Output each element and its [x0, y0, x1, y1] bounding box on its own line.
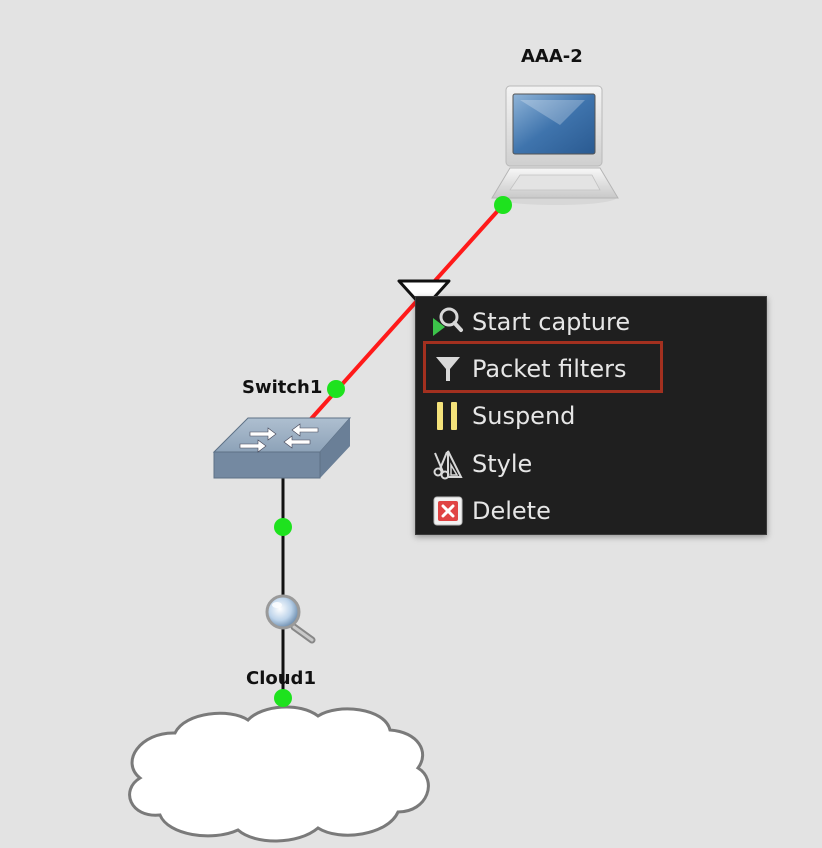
menu-item-label: Style — [472, 450, 533, 478]
pause-icon — [430, 400, 466, 432]
node-label-cloud: Cloud1 — [246, 668, 316, 689]
menu-item-start-capture[interactable]: Start capture — [416, 299, 766, 345]
port-status-dot — [327, 380, 345, 398]
menu-item-label: Start capture — [472, 308, 631, 336]
capture-indicator-icon[interactable] — [265, 594, 316, 644]
menu-item-label: Suspend — [472, 402, 576, 430]
start-capture-icon — [430, 306, 466, 338]
switch-icon[interactable] — [212, 417, 352, 479]
cloud-icon[interactable] — [128, 705, 430, 843]
filter-icon — [430, 353, 466, 385]
menu-item-delete[interactable]: Delete — [416, 488, 766, 534]
port-status-dot — [274, 518, 292, 536]
menu-item-suspend[interactable]: Suspend — [416, 393, 766, 439]
node-label-switch: Switch1 — [242, 377, 323, 398]
link-context-menu: Start capture Packet filters Suspend Sty… — [415, 296, 767, 535]
style-icon — [430, 448, 466, 480]
port-status-dot — [494, 196, 512, 214]
menu-item-style[interactable]: Style — [416, 441, 766, 487]
port-status-dot — [274, 689, 292, 707]
node-label-laptop: AAA-2 — [521, 46, 583, 67]
menu-item-label: Delete — [472, 497, 551, 525]
menu-item-packet-filters[interactable]: Packet filters — [416, 346, 766, 392]
delete-icon — [430, 495, 466, 527]
laptop-icon[interactable] — [491, 85, 619, 205]
menu-item-label: Packet filters — [472, 355, 627, 383]
